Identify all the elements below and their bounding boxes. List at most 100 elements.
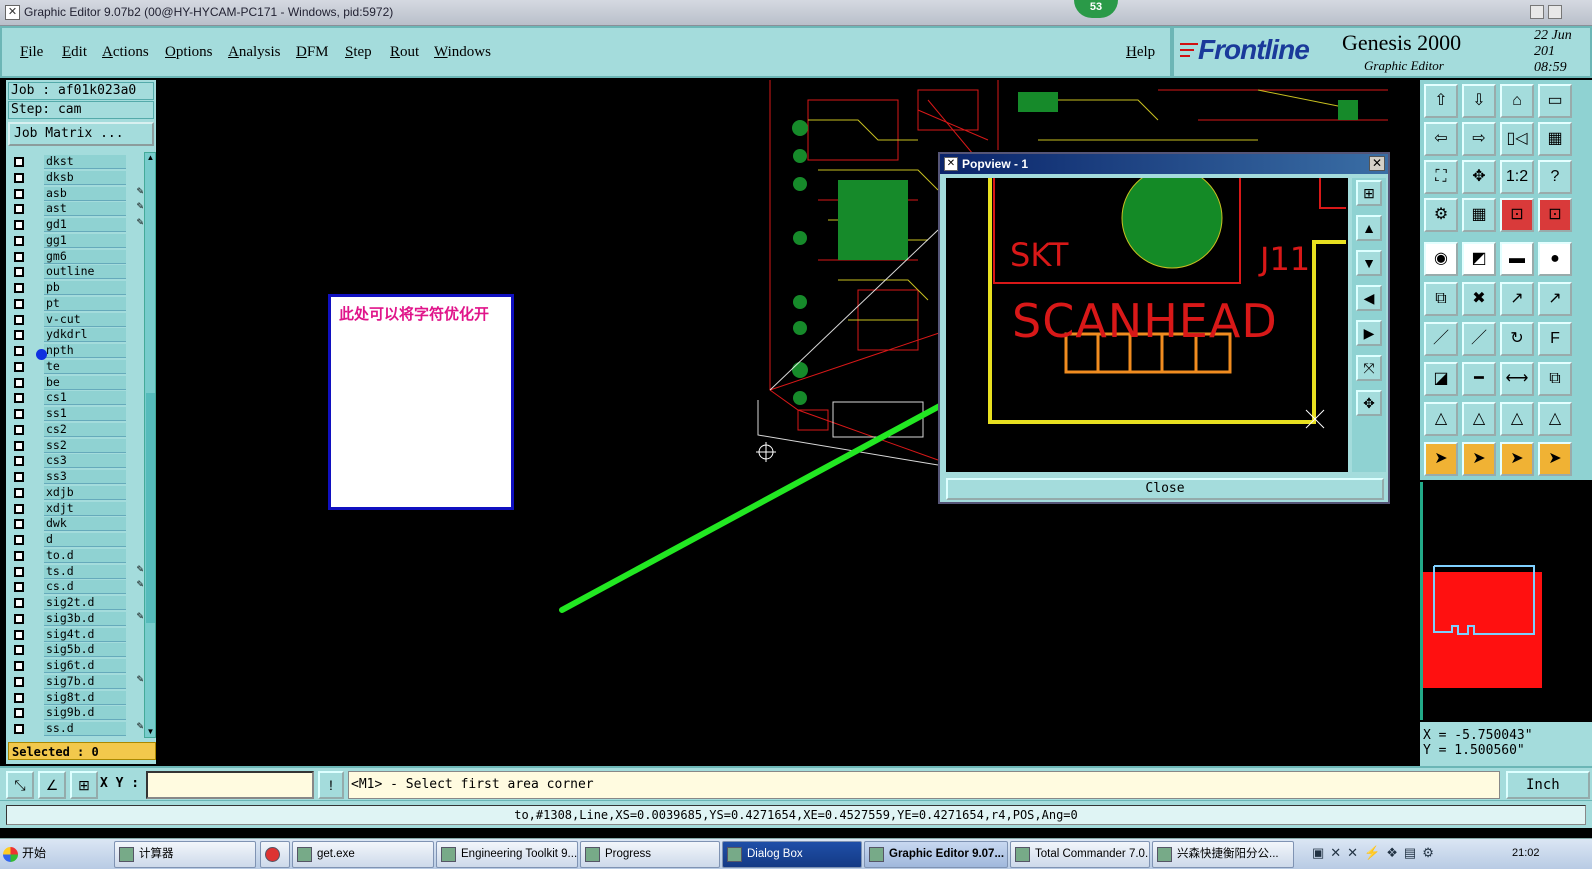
pop-pan-down-icon[interactable]: ▼ <box>1356 250 1382 276</box>
arc-icon[interactable]: ↻ <box>1500 322 1534 356</box>
task-total-commander[interactable]: Total Commander 7.0... <box>1010 841 1150 868</box>
grid-toggle-icon[interactable]: ▦ <box>1462 198 1496 232</box>
layer-checkbox[interactable] <box>14 393 24 404</box>
pop-zoom-in-icon[interactable]: ⊞ <box>1356 180 1382 206</box>
layer-checkbox[interactable] <box>14 708 24 719</box>
layer-checkbox[interactable] <box>14 361 24 372</box>
layer-checkbox[interactable] <box>14 235 24 246</box>
layer-row[interactable]: cs2 <box>6 422 146 438</box>
layer-name[interactable]: outline <box>44 265 126 280</box>
layer-name[interactable]: sig2t.d <box>44 596 126 610</box>
layer-checkbox[interactable] <box>14 692 24 703</box>
window-icon[interactable]: ▭ <box>1538 84 1572 118</box>
ruler-icon[interactable]: ▬ <box>1500 242 1534 276</box>
layer-checkbox[interactable] <box>14 676 24 687</box>
layer-name[interactable]: cs3 <box>44 454 126 469</box>
layer-row[interactable]: be <box>6 375 146 391</box>
scale-one-icon[interactable]: 1:2 <box>1500 160 1534 194</box>
layer-row[interactable]: ss2 <box>6 438 146 454</box>
layer-name[interactable]: ss2 <box>44 438 126 453</box>
layer-row[interactable]: asb ✎ <box>6 186 146 202</box>
layer-row[interactable]: ss1 <box>6 406 146 422</box>
layer-name[interactable]: sig5b.d <box>44 643 126 658</box>
layer-name[interactable]: pb <box>44 281 126 295</box>
layer-checkbox[interactable] <box>14 645 24 656</box>
layer-checkbox[interactable] <box>14 503 24 514</box>
layer-checkbox[interactable] <box>14 613 24 624</box>
layer-row[interactable]: ss3 <box>6 469 146 485</box>
layer-name[interactable]: v-cut <box>44 312 126 327</box>
layer-checkbox[interactable] <box>14 661 24 671</box>
center-icon[interactable]: ✥ <box>1462 160 1496 194</box>
layer-name[interactable]: sig3b.d <box>44 611 126 626</box>
layer-checkbox[interactable] <box>14 598 24 608</box>
layer-row[interactable]: pb <box>6 280 146 296</box>
layer-checkbox[interactable] <box>14 377 24 388</box>
layer-name[interactable]: dksb <box>44 170 126 185</box>
layer-checkbox[interactable] <box>14 566 24 577</box>
layer-checkbox[interactable] <box>14 424 24 435</box>
layer-row[interactable]: sig5b.d <box>6 642 146 658</box>
layer-checkbox[interactable] <box>14 298 24 309</box>
maximize-button[interactable] <box>1548 5 1562 19</box>
shape-c-icon[interactable]: △ <box>1500 402 1534 436</box>
select-icon[interactable]: ➤ <box>1424 442 1458 476</box>
task-calculator[interactable]: 计算器 <box>114 841 256 868</box>
layer-name[interactable]: sig6t.d <box>44 659 126 673</box>
home-down-icon[interactable]: ⇩ <box>1462 84 1496 118</box>
layer-name[interactable]: gg1 <box>44 233 126 248</box>
layer-checkbox[interactable] <box>14 283 24 293</box>
task-graphic-editor[interactable]: Graphic Editor 9.07... <box>864 841 1008 868</box>
layer-checkbox[interactable] <box>14 251 24 262</box>
layer-row[interactable]: xdjt <box>6 501 146 517</box>
menu-file[interactable]: File <box>20 44 43 61</box>
layer-row[interactable]: gd1 ✎ <box>6 217 146 233</box>
task-chinese-app[interactable]: 兴森快捷衡阳分公... <box>1152 841 1294 868</box>
home-icon[interactable]: ⌂ <box>1500 84 1534 118</box>
layer-checkbox[interactable] <box>14 330 24 341</box>
pad-icon[interactable]: ◉ <box>1424 242 1458 276</box>
layer-row[interactable]: gm6 <box>6 249 146 265</box>
select-cont-icon[interactable]: ➤ <box>1538 442 1572 476</box>
minimize-button[interactable] <box>1530 5 1544 19</box>
select-area-icon[interactable]: ➤ <box>1500 442 1534 476</box>
layer-checkbox[interactable] <box>14 220 24 230</box>
layer-name[interactable]: ss3 <box>44 470 126 484</box>
shape-d-icon[interactable]: △ <box>1538 402 1572 436</box>
layer-name[interactable]: dwk <box>44 517 126 532</box>
layer-checkbox[interactable] <box>14 550 24 561</box>
layer-name[interactable]: sig8t.d <box>44 690 126 705</box>
layer-checkbox[interactable] <box>14 724 24 734</box>
cross-icon[interactable]: ✖ <box>1462 282 1496 316</box>
layer-name[interactable]: cs2 <box>44 422 126 437</box>
layer-icon[interactable]: ⊡ <box>1538 198 1572 232</box>
menu-actions[interactable]: Actions <box>102 44 149 61</box>
pop-pan-left-icon[interactable]: ◀ <box>1356 285 1382 311</box>
layer-row[interactable]: ts.d ✎ <box>6 564 146 580</box>
layer-row[interactable]: sig2t.d <box>6 595 146 611</box>
dimension-icon[interactable]: ⟷ <box>1500 362 1534 396</box>
layer-name[interactable]: ts.d <box>44 564 126 579</box>
scroll-thumb[interactable] <box>146 393 155 623</box>
menu-step[interactable]: Step <box>345 44 372 61</box>
layer-name[interactable]: xdjt <box>44 501 126 516</box>
pop-center-icon[interactable]: ✥ <box>1356 390 1382 416</box>
layer-name[interactable]: pt <box>44 296 126 311</box>
mini-map[interactable] <box>1420 482 1592 720</box>
layer-name[interactable]: sig9b.d <box>44 706 126 721</box>
menu-help[interactable]: Help <box>1126 44 1155 61</box>
layer-row[interactable]: cs1 <box>6 390 146 406</box>
layer-row[interactable]: cs.d ✎ <box>6 579 146 595</box>
xy-input[interactable] <box>146 771 314 799</box>
layer-checkbox[interactable] <box>14 172 24 183</box>
layer-row[interactable]: cs3 <box>6 453 146 469</box>
fit-screen-icon[interactable]: ⛶ <box>1424 160 1458 194</box>
menu-rout[interactable]: Rout <box>390 44 419 61</box>
layer-name[interactable]: sig4t.d <box>44 627 126 642</box>
scroll-up-icon[interactable]: ▲ <box>146 153 155 163</box>
layer-row[interactable]: dwk <box>6 516 146 532</box>
start-button[interactable]: 开始 <box>0 841 60 868</box>
layer-name[interactable]: be <box>44 375 126 390</box>
menu-options[interactable]: Options <box>165 44 213 61</box>
task-engineering-toolkit[interactable]: Engineering Toolkit 9.... <box>436 841 578 868</box>
